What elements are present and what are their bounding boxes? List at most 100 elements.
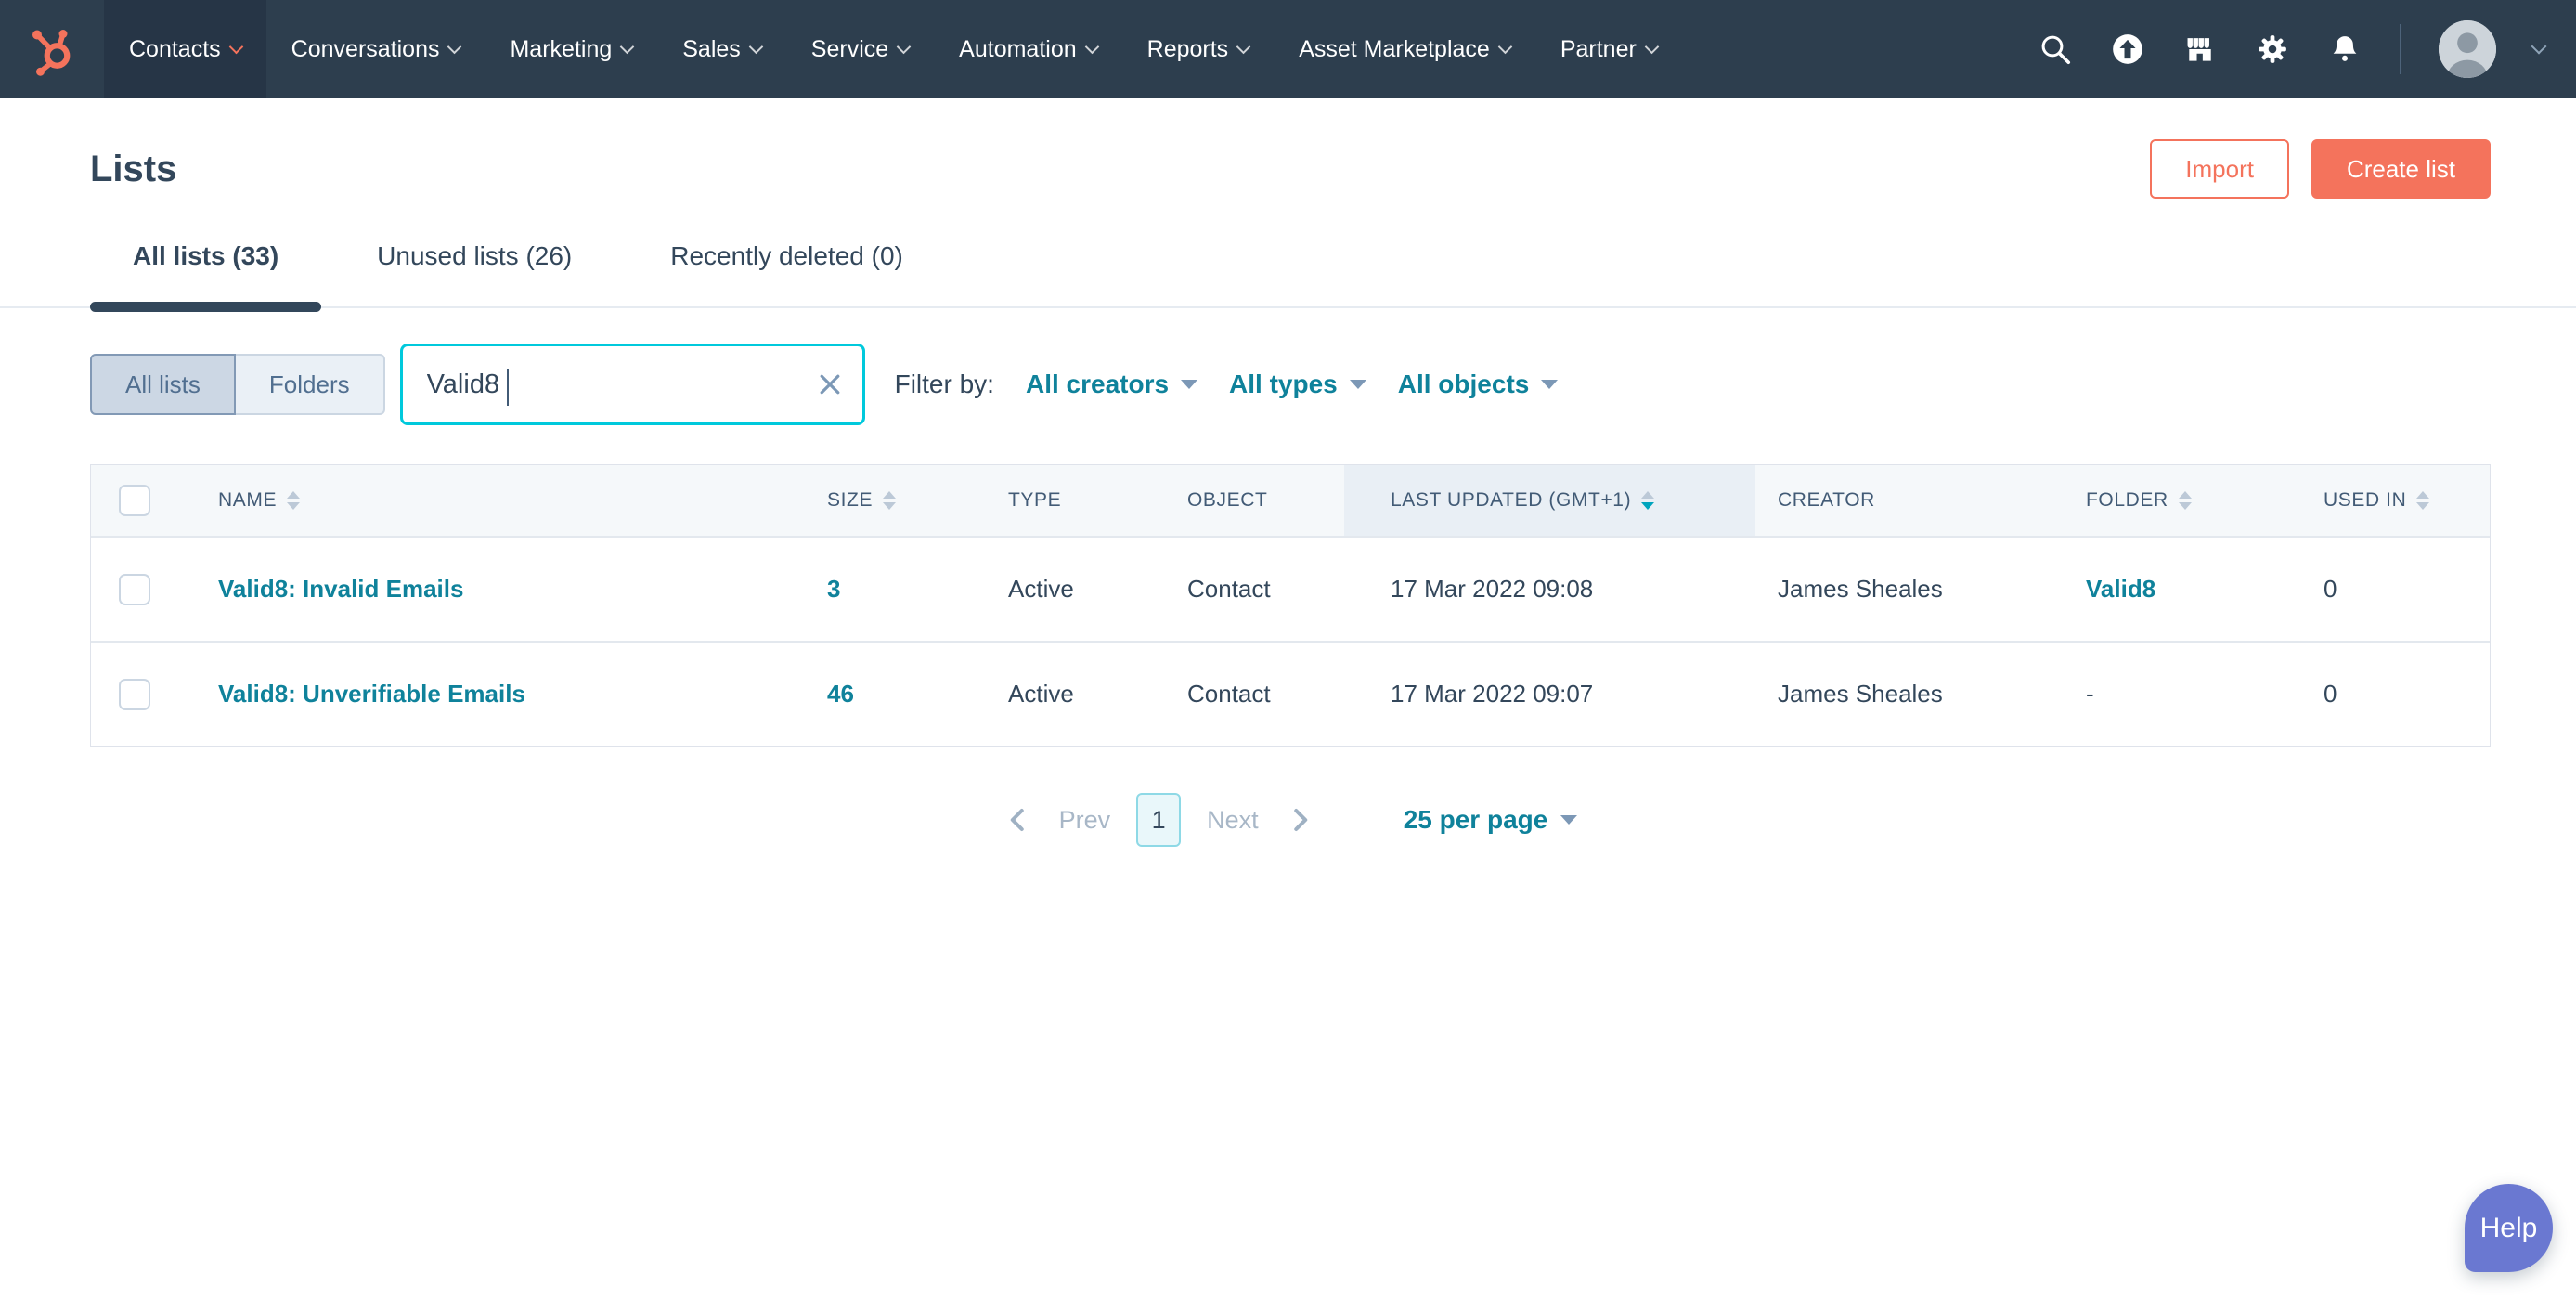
list-size-cell: 46 <box>805 680 986 708</box>
folder-link[interactable]: Valid8 <box>2086 575 2155 603</box>
next-page-chevron-icon[interactable] <box>1285 805 1314 835</box>
pagination-bar: Prev 1 Next 25 per page <box>90 793 2491 847</box>
all-creators-dropdown[interactable]: All creators <box>1026 370 1197 399</box>
nav-item-asset-marketplace[interactable]: Asset Marketplace <box>1274 0 1535 98</box>
column-header-object: OBJECT <box>1165 465 1344 536</box>
list-creator-cell: James Sheales <box>1755 575 2064 604</box>
list-folder-cell: - <box>2064 680 2301 708</box>
toggle-all-lists[interactable]: All lists <box>90 354 236 415</box>
lists-table: NAME SIZE TYPE OBJECT LAST UPDATED (GMT+… <box>90 464 2491 747</box>
notifications-bell-icon[interactable] <box>2327 32 2362 67</box>
dropdown-caret-icon <box>1350 380 1366 389</box>
nav-item-reports[interactable]: Reports <box>1122 0 1275 98</box>
row-select-cell <box>91 538 196 641</box>
sort-icons-active-desc <box>1641 491 1654 510</box>
chevron-down-icon <box>1236 39 1251 54</box>
current-page-button[interactable]: 1 <box>1136 793 1181 847</box>
nav-item-service[interactable]: Service <box>786 0 934 98</box>
list-updated-cell: 17 Mar 2022 09:07 <box>1344 680 1755 708</box>
column-header-name[interactable]: NAME <box>196 465 805 536</box>
hubspot-logo[interactable] <box>0 0 104 98</box>
nav-item-conversations[interactable]: Conversations <box>266 0 485 98</box>
row-select-cell <box>91 643 196 746</box>
list-size-link[interactable]: 3 <box>827 575 840 603</box>
nav-item-automation[interactable]: Automation <box>934 0 1121 98</box>
sprocket-icon <box>24 21 80 77</box>
chevron-down-icon <box>620 39 635 54</box>
nav-divider <box>2400 24 2401 74</box>
chevron-down-icon <box>447 39 462 54</box>
text-cursor <box>507 369 509 406</box>
import-button[interactable]: Import <box>2150 139 2289 199</box>
settings-gear-icon[interactable] <box>2255 32 2290 67</box>
sort-icons <box>287 491 300 510</box>
tab-unused-lists[interactable]: Unused lists (26) <box>334 241 615 306</box>
all-objects-dropdown[interactable]: All objects <box>1398 370 1559 399</box>
list-folder-cell: Valid8 <box>2064 575 2301 604</box>
column-header-creator: CREATOR <box>1755 465 2064 536</box>
column-header-used-in[interactable]: USED IN <box>2301 465 2492 536</box>
row-checkbox[interactable] <box>119 574 150 605</box>
user-avatar[interactable] <box>2439 20 2496 78</box>
marketplace-icon[interactable] <box>2182 32 2218 67</box>
nav-item-marketing[interactable]: Marketing <box>485 0 657 98</box>
table-row: Valid8: Invalid Emails 3 Active Contact … <box>91 536 2490 641</box>
list-name-cell: Valid8: Unverifiable Emails <box>196 680 805 708</box>
pager: Prev 1 Next <box>1003 793 1314 847</box>
list-name-link[interactable]: Valid8: Unverifiable Emails <box>218 680 525 708</box>
list-size-cell: 3 <box>805 575 986 604</box>
list-name-cell: Valid8: Invalid Emails <box>196 575 805 604</box>
create-list-button[interactable]: Create list <box>2311 139 2491 199</box>
page-title: Lists <box>90 149 176 190</box>
chevron-down-icon <box>1084 39 1099 54</box>
help-button[interactable]: Help <box>2465 1184 2553 1272</box>
list-tabs: All lists (33) Unused lists (26) Recentl… <box>0 241 2576 308</box>
upgrade-icon[interactable] <box>2110 32 2145 67</box>
clear-search-icon[interactable] <box>816 370 844 398</box>
header-actions: Import Create list <box>2150 139 2491 199</box>
list-size-link[interactable]: 46 <box>827 680 854 708</box>
sort-icons <box>2416 491 2429 510</box>
sort-icons <box>883 491 896 510</box>
column-header-size[interactable]: SIZE <box>805 465 986 536</box>
nav-item-partner[interactable]: Partner <box>1535 0 1682 98</box>
search-icon[interactable] <box>2038 32 2073 67</box>
dropdown-caret-icon <box>1560 815 1577 825</box>
list-used-in-cell: 0 <box>2301 575 2492 604</box>
nav-item-sales[interactable]: Sales <box>657 0 786 98</box>
list-name-link[interactable]: Valid8: Invalid Emails <box>218 575 463 603</box>
view-toggle: All lists Folders <box>90 354 385 415</box>
page-header: Lists Import Create list <box>0 139 2576 199</box>
top-navigation: Contacts Conversations Marketing Sales S… <box>0 0 2576 98</box>
table-header-row: NAME SIZE TYPE OBJECT LAST UPDATED (GMT+… <box>91 465 2490 536</box>
column-header-last-updated[interactable]: LAST UPDATED (GMT+1) <box>1344 465 1755 536</box>
per-page-dropdown[interactable]: 25 per page <box>1404 805 1578 835</box>
list-object-cell: Contact <box>1165 575 1344 604</box>
list-type-cell: Active <box>986 575 1165 604</box>
nav-utilities <box>2038 0 2576 98</box>
tab-all-lists[interactable]: All lists (33) <box>90 241 321 306</box>
filter-bar: All lists Folders Filter by: All creator… <box>0 344 2576 425</box>
chevron-down-icon <box>897 39 912 54</box>
all-types-dropdown[interactable]: All types <box>1229 370 1366 399</box>
column-header-folder[interactable]: FOLDER <box>2064 465 2301 536</box>
account-chevron-down-icon[interactable] <box>2531 39 2547 55</box>
dropdown-caret-icon <box>1181 380 1197 389</box>
column-header-type: TYPE <box>986 465 1165 536</box>
table-row: Valid8: Unverifiable Emails 46 Active Co… <box>91 641 2490 746</box>
search-input[interactable] <box>403 346 862 422</box>
next-page-button[interactable]: Next <box>1207 806 1259 835</box>
list-type-cell: Active <box>986 680 1165 708</box>
row-checkbox[interactable] <box>119 679 150 710</box>
prev-page-button[interactable]: Prev <box>1059 806 1111 835</box>
list-updated-cell: 17 Mar 2022 09:08 <box>1344 575 1755 604</box>
chevron-down-icon <box>1498 39 1513 54</box>
chevron-down-icon <box>1645 39 1660 54</box>
list-object-cell: Contact <box>1165 680 1344 708</box>
nav-item-contacts[interactable]: Contacts <box>104 0 266 98</box>
tab-recently-deleted[interactable]: Recently deleted (0) <box>628 241 946 306</box>
toggle-folders[interactable]: Folders <box>234 354 385 415</box>
select-all-checkbox[interactable] <box>119 485 150 516</box>
list-creator-cell: James Sheales <box>1755 680 2064 708</box>
prev-page-chevron-icon[interactable] <box>1003 805 1033 835</box>
